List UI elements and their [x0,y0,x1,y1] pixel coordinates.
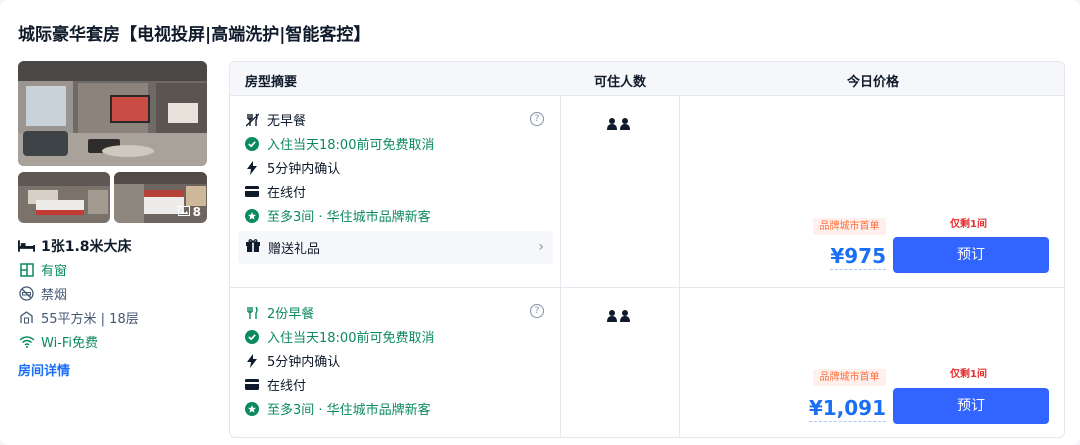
cancel-feature: 入住当天18:00前可免费取消 [245,327,434,346]
window-label: 有窗 [41,264,68,279]
promo-badge: 品牌城市首单 [813,369,886,386]
breakfast-icon [245,306,259,320]
confirm-label: 5分钟内确认 [267,162,341,177]
payment-feature: 在线付 [245,375,306,394]
payment-label: 在线付 [267,379,307,394]
no-breakfast-icon [245,113,259,127]
gift-label: 赠送礼品 [268,242,321,257]
chevron-right-icon: › [538,239,544,255]
star-badge-icon [245,208,259,223]
smoking-label: 禁烟 [41,288,68,303]
confirm-label: 5分钟内确认 [267,355,341,370]
gift-icon [246,239,260,256]
promo-badge: 品牌城市首单 [813,218,886,235]
price: ¥975 [830,244,886,270]
area-icon [18,309,35,326]
column-divider [560,96,561,437]
cancel-label: 入住当天18:00前可免费取消 [267,331,435,346]
price: ¥1,091 [808,396,886,422]
room-photo-thumb-2[interactable]: 8 [114,172,207,223]
confirm-feature: 5分钟内确认 [245,158,340,177]
member-label: 至多3间 · 华住城市品牌新客 [267,403,431,418]
payment-label: 在线付 [267,186,307,201]
room-photo-thumb-1[interactable] [18,172,110,223]
gift-row[interactable]: 赠送礼品 › [238,231,553,264]
person-icon [607,307,617,326]
book-button[interactable]: 预订 [893,237,1049,273]
image-icon [177,205,190,219]
payment-feature: 在线付 [245,182,306,201]
bed-icon [18,238,35,255]
book-button[interactable]: 预订 [893,388,1049,424]
meal-feature: 2份早餐 [245,303,314,322]
header-price: 今日价格 [847,75,900,90]
guest-capacity [607,307,630,326]
member-feature: 至多3间 · 华住城市品牌新客 [245,206,431,225]
bed-info: 1张1.8米大床 [18,236,132,256]
help-icon[interactable]: ? [530,304,544,318]
wifi-info: Wi-Fi免费 [18,332,98,351]
cancel-label: 入住当天18:00前可免费取消 [267,138,435,153]
meal-label: 无早餐 [267,114,307,129]
guest-capacity [607,115,630,134]
remaining-rooms: 仅剩1间 [950,219,987,230]
area-floor-label: 55平方米 | 18层 [41,312,139,327]
wifi-icon [18,333,35,350]
person-icon [620,307,630,326]
meal-label: 2份早餐 [267,307,315,322]
meal-feature: 无早餐 [245,110,306,129]
lightning-icon [245,353,259,368]
check-circle-icon [245,329,259,344]
row-divider [230,287,1064,288]
bed-label: 1张1.8米大床 [41,239,132,255]
card-icon [245,185,259,199]
area-floor-info: 55平方米 | 18层 [18,308,139,327]
room-details-link[interactable]: 房间详情 [18,360,70,379]
smoking-info: 禁烟 [18,284,67,303]
window-info: 有窗 [18,260,67,279]
no-smoking-icon [18,285,35,302]
wifi-label: Wi-Fi免费 [41,336,99,351]
lightning-icon [245,160,259,175]
check-circle-icon [245,136,259,151]
room-photo-main[interactable] [18,61,207,166]
cancel-feature: 入住当天18:00前可免费取消 [245,134,434,153]
member-feature: 至多3间 · 华住城市品牌新客 [245,399,431,418]
room-card: 城际豪华套房【电视投屏|高端洗护|智能客控】 8 1张1.8米大床 有窗 禁烟 … [0,0,1080,445]
column-divider [679,96,680,437]
member-label: 至多3间 · 华住城市品牌新客 [267,210,431,225]
photo-count: 8 [192,205,201,219]
table-header: 房型摘要 可住人数 今日价格 [230,62,1064,96]
window-icon [18,261,35,278]
remaining-rooms: 仅剩1间 [950,369,987,380]
header-guests: 可住人数 [594,75,647,90]
rate-table: 房型摘要 可住人数 今日价格 无早餐 ? 入住当天18:00前可免费取消 5分钟… [229,61,1065,438]
person-icon [620,115,630,134]
photo-count-badge: 8 [177,205,201,219]
card-icon [245,378,259,392]
help-icon[interactable]: ? [530,112,544,126]
confirm-feature: 5分钟内确认 [245,351,340,370]
person-icon [607,115,617,134]
star-badge-icon [245,401,259,416]
room-title: 城际豪华套房【电视投屏|高端洗护|智能客控】 [18,25,371,45]
header-summary: 房型摘要 [245,75,298,90]
